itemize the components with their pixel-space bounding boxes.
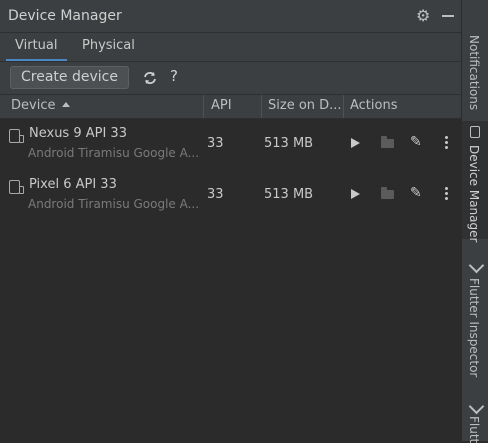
help-icon[interactable]: ? xyxy=(170,67,178,85)
tab-virtual[interactable]: Virtual xyxy=(15,33,57,61)
device-manager-panel: Device Manager ⚙ Virtual Physical Create… xyxy=(0,0,462,441)
column-header-device[interactable]: Device xyxy=(11,95,71,118)
folder-icon[interactable] xyxy=(381,187,394,199)
column-header-size[interactable]: Size on D... xyxy=(268,95,342,118)
column-divider[interactable] xyxy=(203,95,204,118)
play-icon[interactable] xyxy=(351,189,360,199)
device-name: Nexus 9 API 33 xyxy=(29,126,127,141)
folder-icon[interactable] xyxy=(381,136,394,148)
sidebar-tab-label: Device Manager xyxy=(467,145,481,243)
sidebar-tab-label: Flutter Inspector xyxy=(467,278,481,378)
sort-ascending-icon xyxy=(62,102,71,107)
sidebar-tab-flutter-inspector[interactable]: Flutter Inspector xyxy=(462,252,488,384)
more-vertical-icon[interactable] xyxy=(445,187,448,201)
column-header-actions: Actions xyxy=(350,98,398,113)
device-name: Pixel 6 API 33 xyxy=(29,177,117,192)
edit-icon[interactable]: ✎ xyxy=(410,185,422,201)
panel-title-bar: Device Manager ⚙ xyxy=(0,0,461,33)
sidebar-tab-notifications[interactable]: Notifications xyxy=(462,0,488,111)
sidebar-tab-label: Notifications xyxy=(467,35,481,111)
tab-bar: Virtual Physical xyxy=(0,33,461,62)
device-manager-icon xyxy=(470,126,480,138)
device-subtitle: Android Tiramisu Google A... xyxy=(28,197,200,211)
device-size: 513 MB xyxy=(264,136,314,151)
more-vertical-icon[interactable] xyxy=(445,136,448,150)
sidebar-tab-label: Flutt xyxy=(467,416,481,443)
tab-physical[interactable]: Physical xyxy=(82,33,135,61)
gear-icon[interactable]: ⚙ xyxy=(416,8,432,24)
column-divider[interactable] xyxy=(343,95,344,118)
edit-icon[interactable]: ✎ xyxy=(410,134,422,150)
virtual-device-icon xyxy=(9,180,24,194)
device-api: 33 xyxy=(207,136,224,151)
device-api: 33 xyxy=(207,187,224,202)
column-header-device-label: Device xyxy=(11,98,56,113)
column-divider[interactable] xyxy=(261,95,262,118)
panel-title: Device Manager xyxy=(8,8,122,24)
create-device-button[interactable]: Create device xyxy=(10,66,129,89)
active-tab-indicator xyxy=(6,59,67,61)
device-subtitle: Android Tiramisu Google A... xyxy=(28,146,200,160)
flutter-icon xyxy=(468,257,485,274)
sidebar-tab-flutter[interactable]: Flutt xyxy=(462,398,488,443)
sidebar-tab-device-manager[interactable]: Device Manager xyxy=(462,121,488,243)
play-icon[interactable] xyxy=(351,138,360,148)
right-tool-window-bar: Notifications Device Manager Flutter Ins… xyxy=(461,0,488,443)
device-size: 513 MB xyxy=(264,187,314,202)
refresh-icon[interactable] xyxy=(142,70,158,86)
table-row[interactable]: Nexus 9 API 33 Android Tiramisu Google A… xyxy=(0,120,461,166)
flutter-icon xyxy=(468,398,485,415)
toolbar: Create device ? xyxy=(0,62,461,95)
column-header-api[interactable]: API xyxy=(211,95,232,118)
table-row[interactable]: Pixel 6 API 33 Android Tiramisu Google A… xyxy=(0,171,461,217)
table-header: Device API Size on D... Actions xyxy=(0,95,461,119)
minimize-icon[interactable] xyxy=(442,15,454,17)
virtual-device-icon xyxy=(9,129,24,143)
